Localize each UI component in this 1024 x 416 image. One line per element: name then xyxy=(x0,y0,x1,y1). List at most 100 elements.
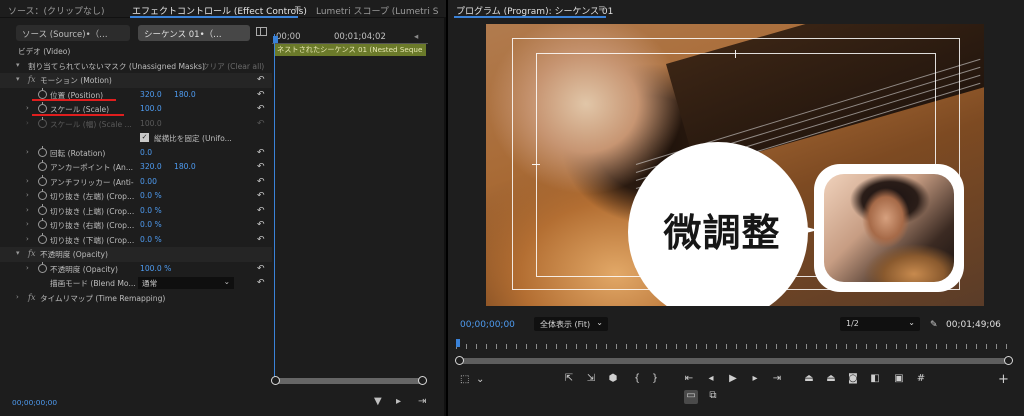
play-audio-icon[interactable]: ▸ xyxy=(396,396,401,407)
reset-icon[interactable]: ↶ xyxy=(257,264,265,274)
grid-icon[interactable]: # xyxy=(914,373,928,384)
expand-arrow-icon[interactable]: ▾ xyxy=(16,75,20,83)
reset-icon[interactable]: ↶ xyxy=(257,75,265,85)
fx-icon[interactable]: fx xyxy=(28,75,35,84)
reset-icon[interactable]: ↶ xyxy=(257,206,265,216)
settings-icon[interactable]: ⬚ xyxy=(460,374,469,385)
playhead-handle[interactable] xyxy=(273,36,278,43)
toggle-timeline-icon[interactable] xyxy=(256,27,267,36)
wrench-icon[interactable]: ✎ xyxy=(930,320,938,330)
extract-icon[interactable]: ⏏ xyxy=(824,373,838,384)
expand-arrow-icon[interactable]: › xyxy=(26,235,29,243)
position-x-value[interactable]: 320.0 xyxy=(140,90,162,99)
stopwatch-icon[interactable] xyxy=(38,102,47,113)
reset-icon[interactable]: ↶ xyxy=(257,278,265,288)
step-forward-icon[interactable]: ▸ xyxy=(748,373,762,384)
reset-icon[interactable]: ↶ xyxy=(257,104,265,114)
blend-mode-select[interactable]: 通常 ⌄ xyxy=(138,277,234,289)
fx-icon[interactable]: fx xyxy=(28,249,35,258)
vr-video-icon[interactable]: ⧉ xyxy=(706,390,720,401)
timeline-scrollbar[interactable] xyxy=(271,376,427,385)
expand-arrow-icon[interactable]: › xyxy=(26,119,29,127)
stopwatch-icon[interactable] xyxy=(38,232,47,244)
crop-left-value[interactable]: 0.0 % xyxy=(140,191,162,200)
scale-value[interactable]: 100.0 xyxy=(140,104,162,113)
reset-icon[interactable]: ↶ xyxy=(257,177,265,187)
playhead-timecode[interactable]: 00;00;00;00 xyxy=(460,320,515,330)
time-remap-row[interactable]: › fx タイムリマップ (Time Remapping) xyxy=(0,291,272,306)
expand-arrow-icon[interactable]: › xyxy=(26,264,29,272)
anchor-y-value[interactable]: 180.0 xyxy=(174,162,196,171)
expand-arrow-icon[interactable]: › xyxy=(26,191,29,199)
zoom-level-select[interactable]: 全体表示 (Fit) ⌄ xyxy=(534,317,608,331)
marker-icon[interactable]: ⬢ xyxy=(606,373,620,384)
compare-view-icon[interactable]: ◧ xyxy=(868,373,882,384)
go-to-in-icon[interactable]: ⇤ xyxy=(682,373,696,384)
stopwatch-icon[interactable] xyxy=(38,145,47,157)
nested-sequence-clip[interactable]: ネストされたシーケンス 01 (Nested Seque xyxy=(274,44,426,56)
antiflicker-value[interactable]: 0.00 xyxy=(140,177,157,186)
fx-icon[interactable]: fx xyxy=(28,293,35,302)
reset-icon[interactable]: ↶ xyxy=(257,235,265,245)
crop-bottom-value[interactable]: 0.0 % xyxy=(140,235,162,244)
crop-right-value[interactable]: 0.0 % xyxy=(140,220,162,229)
panel-menu-icon[interactable]: ≡ xyxy=(598,4,606,14)
stopwatch-icon[interactable] xyxy=(38,203,47,215)
expand-arrow-icon[interactable]: › xyxy=(16,293,19,301)
safe-margins-icon[interactable]: ▣ xyxy=(892,373,906,384)
stopwatch-icon[interactable] xyxy=(38,218,47,229)
stopwatch-icon[interactable] xyxy=(38,160,47,171)
go-to-out-icon[interactable]: ⇥ xyxy=(770,373,784,384)
tab-lumetri-scope[interactable]: Lumetri スコープ (Lumetri S xyxy=(316,4,438,17)
program-video-frame[interactable]: 微調整 xyxy=(486,24,984,306)
tab-source[interactable]: ソース：(クリップなし) xyxy=(8,4,105,17)
anchor-x-value[interactable]: 320.0 xyxy=(140,162,162,171)
uniform-scale-checkbox[interactable]: ✓ xyxy=(140,133,149,142)
step-back-icon[interactable]: ◂ xyxy=(704,373,718,384)
lift-icon[interactable]: ⏏ xyxy=(802,373,816,384)
expand-arrow-icon[interactable]: ▾ xyxy=(16,249,20,257)
expand-arrow-icon[interactable]: ▾ xyxy=(16,61,20,69)
set-out-point-icon[interactable]: } xyxy=(648,373,662,384)
expand-arrow-icon[interactable]: › xyxy=(26,206,29,214)
playhead[interactable] xyxy=(273,34,278,382)
expand-arrow-icon[interactable]: › xyxy=(26,148,29,156)
scroll-handle-right[interactable] xyxy=(418,376,427,385)
panel-menu-icon[interactable]: ≡ xyxy=(294,4,302,14)
playback-resolution-select[interactable]: 1/2 ⌄ xyxy=(840,317,920,331)
zoom-scrollbar[interactable] xyxy=(455,356,1013,365)
stopwatch-icon[interactable] xyxy=(38,189,47,200)
add-marker-icon[interactable]: ⇱ xyxy=(562,373,576,384)
chevron-down-icon[interactable]: ⌄ xyxy=(476,374,484,385)
stopwatch-icon[interactable] xyxy=(38,174,47,186)
filter-icon[interactable]: ▼ xyxy=(374,396,382,407)
position-y-value[interactable]: 180.0 xyxy=(174,90,196,99)
opacity-value[interactable]: 100.0 % xyxy=(140,264,171,273)
rotation-value[interactable]: 0.0 xyxy=(140,148,152,157)
reset-icon[interactable]: ↶ xyxy=(257,220,265,230)
scroll-handle-left[interactable] xyxy=(271,376,280,385)
add-button-icon[interactable]: + xyxy=(998,372,1009,387)
sequence-clip-tab[interactable]: シーケンス 01•（… xyxy=(138,25,250,41)
expand-arrow-icon[interactable]: › xyxy=(26,104,29,112)
stopwatch-icon[interactable] xyxy=(38,261,47,273)
playhead[interactable] xyxy=(456,339,460,347)
current-timecode[interactable]: 00;00;00;00 xyxy=(12,398,57,407)
opacity-section-row[interactable]: ▾ fx 不透明度 (Opacity) xyxy=(0,247,272,262)
monitor-time-ruler[interactable] xyxy=(456,338,1016,350)
scroll-handle-left[interactable] xyxy=(455,356,464,365)
reset-icon[interactable]: ↶ xyxy=(257,148,265,158)
crop-top-value[interactable]: 0.0 % xyxy=(140,206,162,215)
clear-all-button[interactable]: クリア (Clear all) xyxy=(202,61,264,72)
reset-icon[interactable]: ↶ xyxy=(257,191,265,201)
reset-icon[interactable]: ↶ xyxy=(257,90,265,100)
source-clip-tab[interactable]: ソース (Source)•（… xyxy=(16,25,130,41)
reset-icon[interactable]: ↶ xyxy=(257,162,265,172)
motion-row[interactable]: ▾ fx モーション (Motion) ↶ xyxy=(0,73,272,88)
expand-arrow-icon[interactable]: › xyxy=(26,220,29,228)
camera-icon[interactable]: ◙ xyxy=(846,373,860,384)
mark-in-icon[interactable]: ⇲ xyxy=(584,373,598,384)
stopwatch-icon[interactable] xyxy=(38,87,47,99)
set-in-point-icon[interactable]: { xyxy=(630,373,644,384)
scroll-handle-right[interactable] xyxy=(1004,356,1013,365)
